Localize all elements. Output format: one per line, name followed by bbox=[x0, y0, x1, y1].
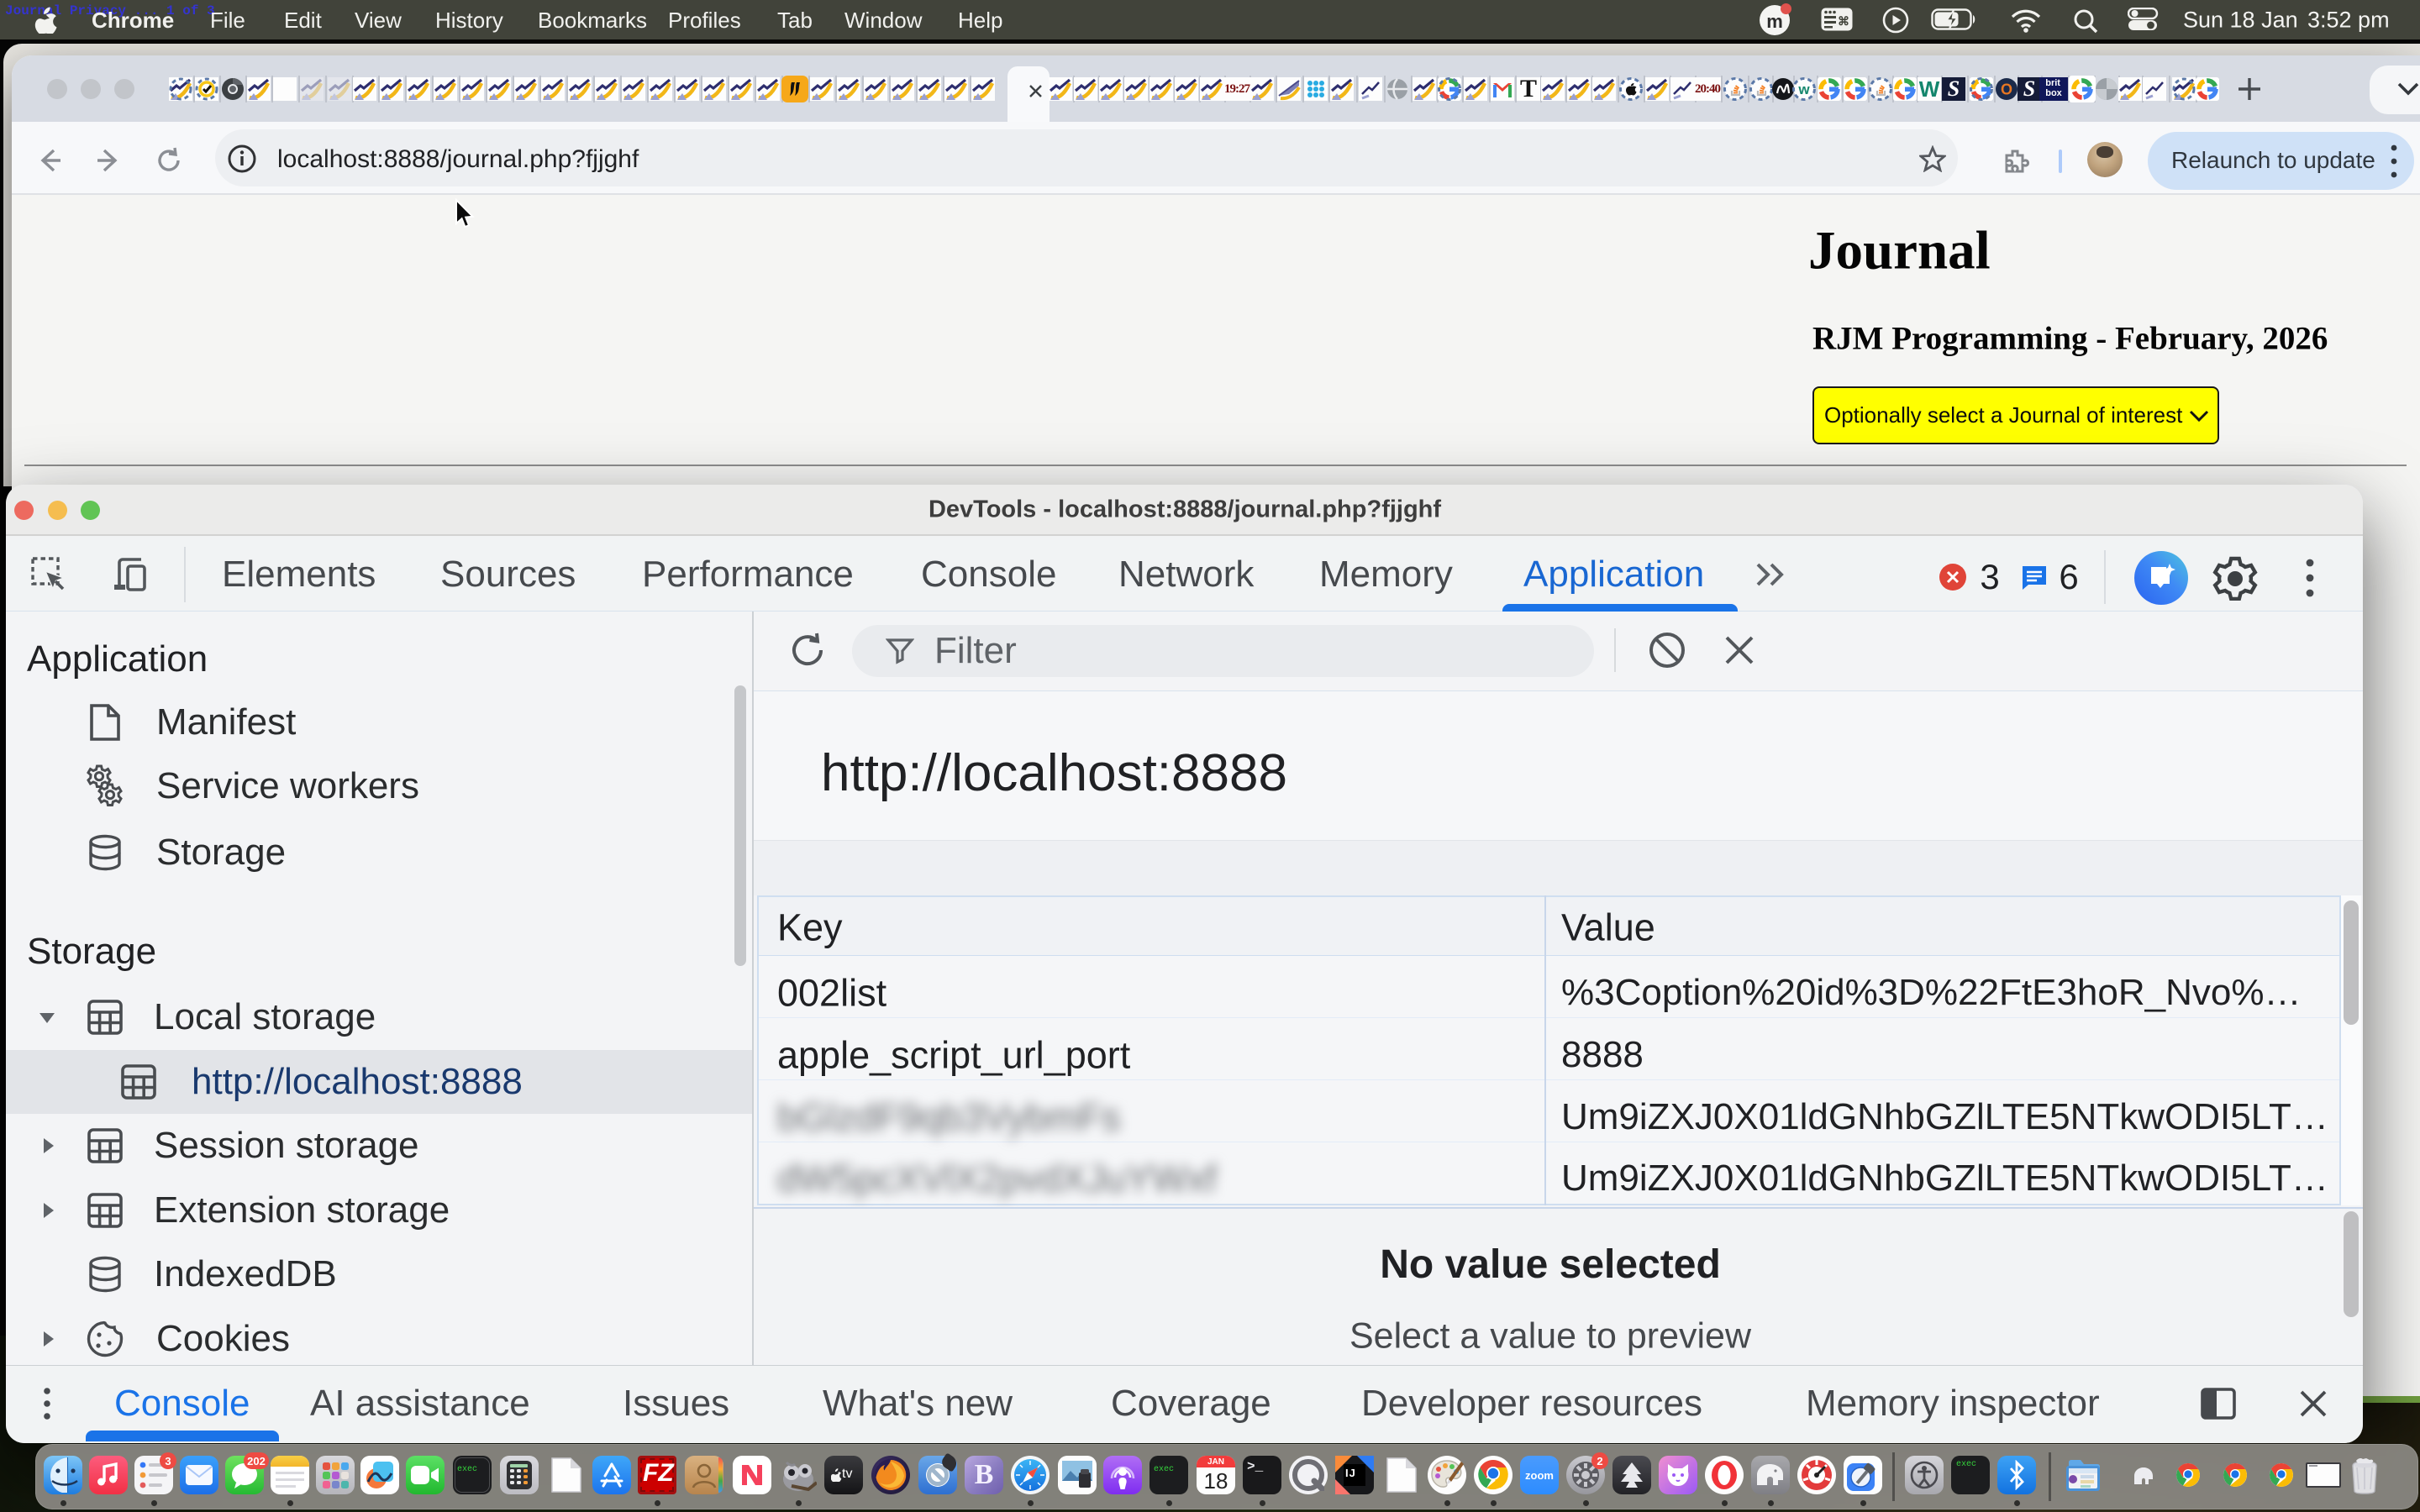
svg-text:w: w bbox=[1797, 81, 1810, 97]
svg-text:O: O bbox=[2001, 81, 2012, 98]
svg-text:⌘: ⌘ bbox=[1838, 14, 1849, 28]
